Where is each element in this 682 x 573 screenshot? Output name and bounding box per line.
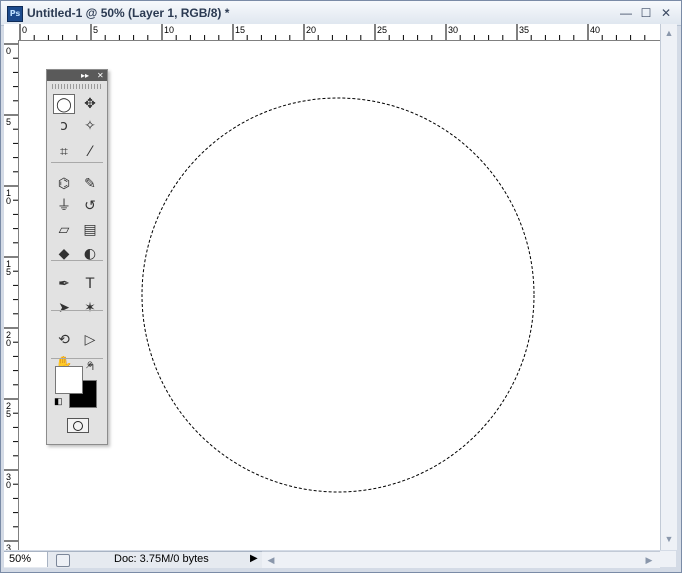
ruler-label: 0 (22, 25, 27, 35)
ruler-label: 3 (6, 543, 11, 550)
pen-tool-icon[interactable]: ✒ (53, 274, 75, 294)
clone-stamp-tool-icon[interactable]: ⏚ (53, 196, 75, 216)
scroll-left-arrow[interactable]: ◀ (264, 553, 278, 567)
tool-separator (51, 310, 103, 311)
tool-separator (51, 358, 103, 359)
ruler-label: 5 (6, 409, 11, 419)
ruler-label: 0 (6, 480, 11, 490)
ruler-origin[interactable] (4, 24, 19, 41)
scroll-up-arrow[interactable]: ▲ (662, 26, 676, 40)
ruler-label: 40 (590, 25, 600, 35)
gradient-tool-icon[interactable]: ▤ (79, 220, 101, 240)
brush-tool-icon[interactable]: ✎ (79, 174, 101, 194)
ruler-label: 25 (377, 25, 387, 35)
tools-panel[interactable]: ▸▸ ✕ ◯ ✥ ↄ ✧ ⌗ ⁄ ⌬ ✎ ⏚ ↺ ▱ ▤ ◆ ◐ ✒ T ➤ ✶ ⟲ ▷ ✋ ⌕ ↰ ◧ (46, 69, 108, 445)
photoshop-icon: Ps (7, 6, 23, 22)
vertical-ruler[interactable]: 05101520253035 (4, 40, 19, 550)
horizontal-scrollbar[interactable]: ◀ ▶ (262, 551, 660, 568)
3d-camera-tool-icon[interactable]: ▷ (79, 330, 101, 350)
close-panel-icon[interactable]: ✕ (97, 70, 104, 81)
tool-separator (51, 162, 103, 163)
minimize-button[interactable]: — (617, 5, 635, 21)
quick-mask-button[interactable] (67, 418, 89, 433)
elliptical-marquee-tool-icon[interactable]: ◯ (53, 94, 75, 114)
window-title: Untitled-1 @ 50% (Layer 1, RGB/8) * (27, 6, 230, 20)
ruler-label: 5 (6, 117, 11, 127)
maximize-button[interactable]: ☐ (637, 5, 655, 21)
swap-colors-icon[interactable]: ↰ (87, 362, 95, 373)
tool-separator (51, 260, 103, 261)
status-info-icon[interactable] (56, 554, 70, 567)
ruler-label: 0 (6, 338, 11, 348)
scroll-right-arrow[interactable]: ▶ (642, 553, 656, 567)
scroll-down-arrow[interactable]: ▼ (662, 532, 676, 546)
default-colors-icon[interactable]: ◧ (54, 396, 63, 407)
ruler-label: 30 (448, 25, 458, 35)
vertical-scrollbar[interactable]: ▲ ▼ (660, 24, 677, 550)
eyedropper-tool-icon[interactable]: ⁄ (79, 142, 101, 162)
lasso-tool-icon[interactable]: ↄ (53, 116, 75, 136)
ruler-label: 0 (6, 46, 11, 56)
blur-tool-icon[interactable]: ◆ (53, 244, 75, 264)
status-bar: 50% Doc: 3.75M/0 bytes ▶ (4, 551, 262, 568)
panel-grip[interactable] (52, 84, 102, 89)
ruler-label: 10 (164, 25, 174, 35)
path-selection-tool-icon[interactable]: ➤ (53, 298, 75, 318)
history-brush-tool-icon[interactable]: ↺ (79, 196, 101, 216)
expand-panel-icon[interactable]: ▸▸ (81, 70, 89, 81)
ruler-label: 20 (306, 25, 316, 35)
custom-shape-tool-icon[interactable]: ✶ (79, 298, 101, 318)
3d-rotate-tool-icon[interactable]: ⟲ (53, 330, 75, 350)
dodge-tool-icon[interactable]: ◐ (79, 244, 101, 264)
type-tool-icon[interactable]: T (79, 274, 101, 294)
ruler-label: 5 (6, 267, 11, 277)
ruler-label: 0 (6, 196, 11, 206)
zoom-level-field[interactable]: 50% (4, 552, 48, 567)
vertical-ruler-ticks: 05101520253035 (4, 43, 18, 550)
ruler-label: 35 (519, 25, 529, 35)
move-tool-icon[interactable]: ✥ (79, 94, 101, 114)
crop-tool-icon[interactable]: ⌗ (53, 142, 75, 162)
document-info: Doc: 3.75M/0 bytes (114, 553, 209, 565)
foreground-color-swatch[interactable] (55, 366, 83, 394)
ruler-label: 5 (93, 25, 98, 35)
tools-panel-header[interactable]: ▸▸ ✕ (47, 70, 107, 81)
resize-grip[interactable] (660, 551, 676, 567)
horizontal-ruler[interactable]: 0 5 10 15 20 25 30 35 40 (18, 24, 660, 41)
magic-wand-tool-icon[interactable]: ✧ (79, 116, 101, 136)
horizontal-ruler-ticks: 0 5 10 15 20 25 30 35 40 (19, 24, 646, 40)
title-bar[interactable]: Ps Untitled-1 @ 50% (Layer 1, RGB/8) * —… (1, 1, 681, 26)
healing-brush-tool-icon[interactable]: ⌬ (53, 174, 75, 194)
close-button[interactable]: ✕ (657, 5, 675, 21)
eraser-tool-icon[interactable]: ▱ (53, 220, 75, 240)
ruler-label: 15 (235, 25, 245, 35)
status-menu-arrow[interactable]: ▶ (250, 553, 258, 564)
